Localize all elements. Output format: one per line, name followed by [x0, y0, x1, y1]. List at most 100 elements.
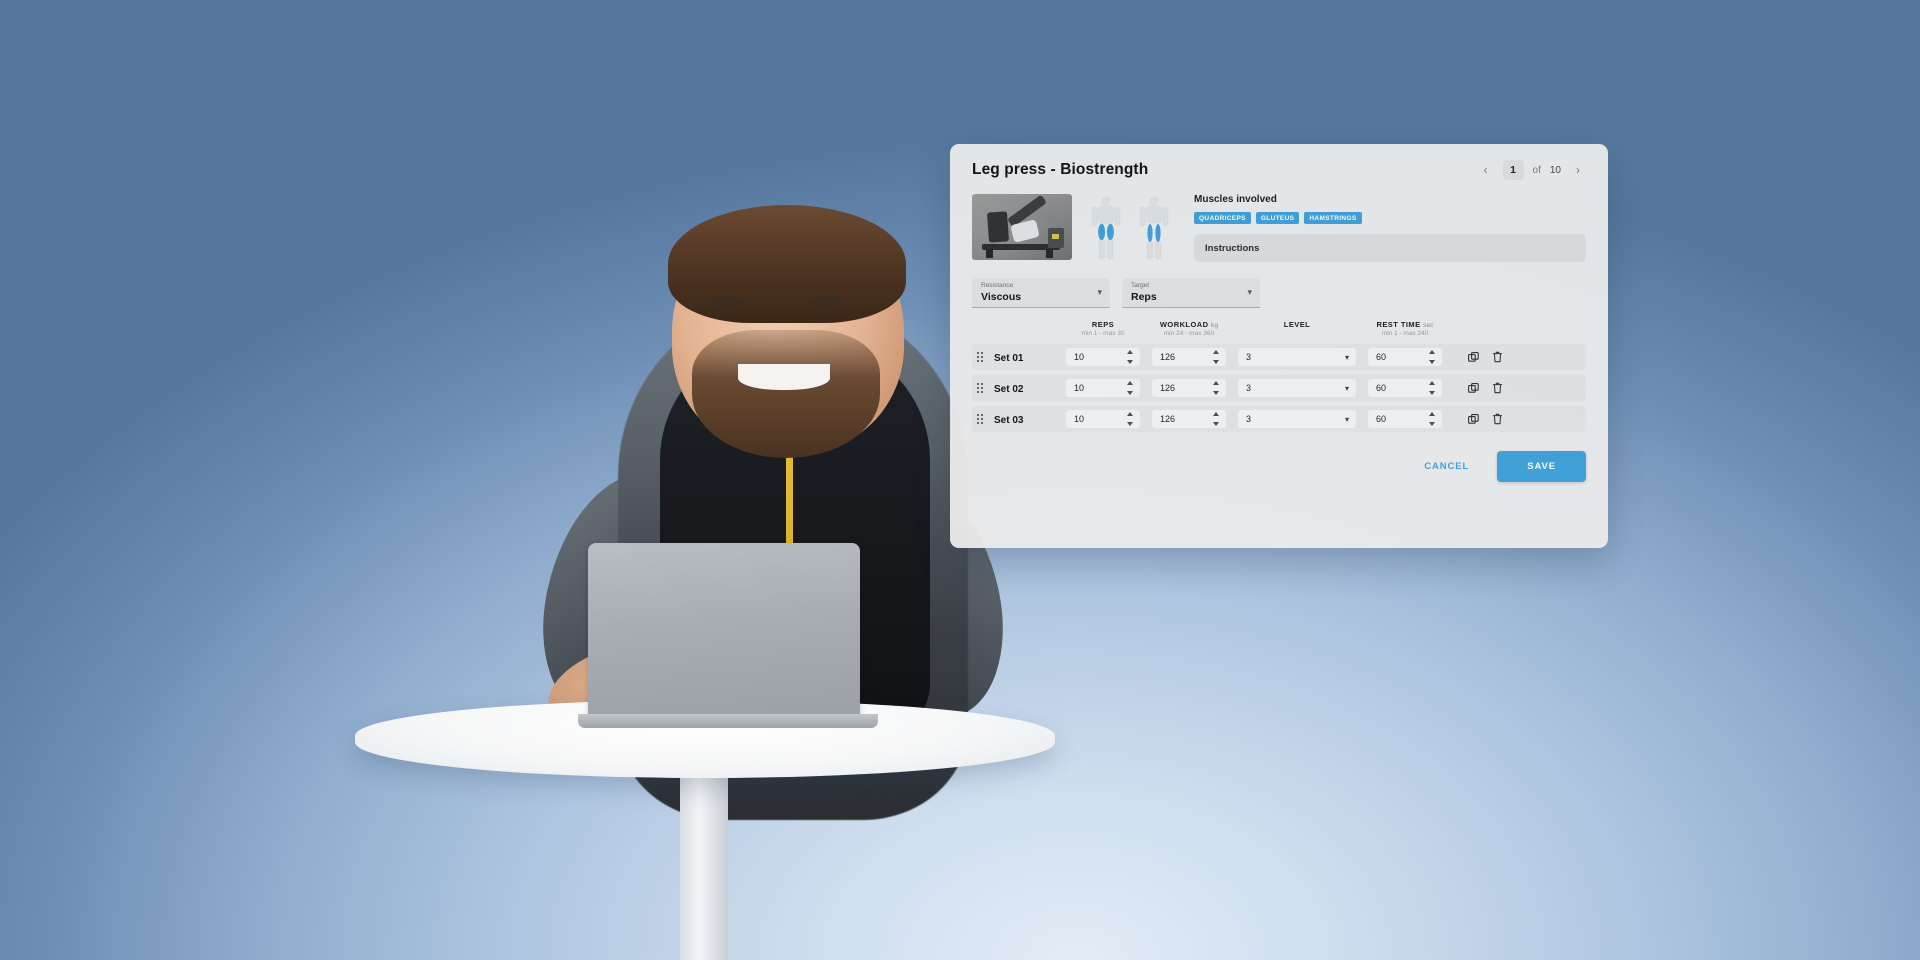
workload-input[interactable]: 126 [1152, 379, 1226, 397]
reps-input[interactable]: 10 [1066, 410, 1140, 428]
panel-footer: CANCEL SAVE [950, 437, 1608, 482]
rest-time-value: 60 [1376, 352, 1387, 362]
chevron-down-icon: ▾ [1344, 383, 1349, 393]
reps-stepper[interactable] [1127, 412, 1133, 426]
trash-icon[interactable] [1492, 351, 1503, 363]
rest-time-stepper[interactable] [1429, 381, 1435, 395]
reps-header-range: min 1 - max 30 [1081, 330, 1125, 337]
chevron-down-icon: ▾ [1247, 287, 1252, 297]
rest-header-range: min 1 - max 240 [1381, 330, 1429, 337]
rest-header-unit: sec [1423, 322, 1434, 329]
table-row: Set 01 10 126 3 ▾ 60 [972, 344, 1586, 370]
rest-time-value: 60 [1376, 383, 1387, 393]
level-select[interactable]: 3 ▾ [1238, 379, 1356, 397]
duplicate-icon[interactable] [1467, 413, 1479, 425]
muscle-tag[interactable]: GLUTEUS [1255, 212, 1300, 224]
target-select-value: Reps [1131, 291, 1157, 303]
workload-input[interactable]: 126 [1152, 410, 1226, 428]
chevron-down-icon: ▾ [1344, 414, 1349, 424]
thumb-foot-right [1046, 249, 1053, 258]
table-row: Set 02 10 126 3 ▾ 60 [972, 375, 1586, 401]
screenshot-root: Leg press - Biostrength ‹ 1 of 10 › Musc… [0, 0, 1920, 960]
pagination-of-label: of [1532, 164, 1541, 176]
reps-input[interactable]: 10 [1066, 379, 1140, 397]
person-right-eye [810, 296, 840, 306]
set-name-label: Set 02 [994, 384, 1024, 395]
instructions-field[interactable]: Instructions [1194, 234, 1586, 262]
workload-value: 126 [1160, 383, 1176, 393]
rest-time-input[interactable]: 60 [1368, 410, 1442, 428]
workload-header-range: min 24 - max 360 [1163, 330, 1215, 337]
column-header-reps: REPS min 1 - max 30 [1060, 320, 1146, 337]
workload-stepper[interactable] [1213, 381, 1219, 395]
chevron-down-icon: ▾ [1097, 287, 1102, 297]
reps-input[interactable]: 10 [1066, 348, 1140, 366]
level-header-label: LEVEL [1283, 320, 1311, 329]
set-name-label: Set 01 [994, 353, 1024, 364]
pagination-total-pages: 10 [1549, 164, 1561, 176]
chevron-down-icon: ▾ [1344, 352, 1349, 362]
level-select[interactable]: 3 ▾ [1238, 410, 1356, 428]
save-button[interactable]: SAVE [1497, 451, 1586, 482]
machine-thumbnail[interactable] [972, 194, 1072, 260]
reps-stepper[interactable] [1127, 381, 1133, 395]
reps-stepper[interactable] [1127, 350, 1133, 364]
table-leg [680, 760, 728, 960]
laptop-base [578, 714, 878, 728]
reps-value: 10 [1074, 352, 1085, 362]
pagination-current-page[interactable]: 1 [1502, 160, 1524, 180]
workload-header-unit: kg [1211, 322, 1219, 329]
exercise-editor-panel: Leg press - Biostrength ‹ 1 of 10 › Musc… [950, 144, 1608, 548]
resistance-select[interactable]: Resistance Viscous ▾ [972, 278, 1110, 308]
cancel-button[interactable]: CANCEL [1410, 452, 1483, 481]
drag-handle-icon[interactable] [972, 383, 988, 393]
trash-icon[interactable] [1492, 413, 1503, 425]
muscle-diagrams [1084, 194, 1176, 262]
muscles-involved-heading: Muscles involved [1194, 194, 1277, 205]
rest-time-stepper[interactable] [1429, 350, 1435, 364]
resistance-select-value: Viscous [981, 291, 1022, 303]
person-left-eye [712, 296, 742, 306]
muscle-tag[interactable]: QUADRICEPS [1194, 212, 1251, 224]
body-back-diagram [1139, 196, 1169, 260]
level-select[interactable]: 3 ▾ [1238, 348, 1356, 366]
duplicate-icon[interactable] [1467, 351, 1479, 363]
target-select[interactable]: Target Reps ▾ [1122, 278, 1260, 308]
reps-value: 10 [1074, 383, 1085, 393]
laptop-screen [588, 543, 860, 721]
rest-time-stepper[interactable] [1429, 412, 1435, 426]
sets-table-body: Set 01 10 126 3 ▾ 60 Set 02 10 126 3 ▾ 60 Set 03 10 12… [972, 344, 1586, 432]
level-value: 3 [1246, 383, 1252, 393]
person-hair [668, 205, 906, 323]
thumb-seat [986, 211, 1010, 243]
page-title: Leg press - Biostrength [972, 161, 1149, 178]
target-select-label: Target [1131, 282, 1150, 289]
body-front-diagram [1091, 196, 1121, 260]
pagination: ‹ 1 of 10 › [1478, 160, 1586, 180]
person-smile [738, 364, 830, 390]
table-row: Set 03 10 126 3 ▾ 60 [972, 406, 1586, 432]
rest-time-input[interactable]: 60 [1368, 348, 1442, 366]
parameter-selects: Resistance Viscous ▾ Target Reps ▾ [950, 262, 1608, 308]
chevron-left-icon[interactable]: ‹ [1478, 161, 1494, 179]
sets-table: REPS min 1 - max 30 WORKLOAD kg min 24 -… [950, 308, 1608, 432]
muscle-tag-list: QUADRICEPS GLUTEUS HAMSTRINGS [1194, 212, 1586, 224]
drag-handle-icon[interactable] [972, 352, 988, 362]
person-beard [692, 330, 880, 458]
muscles-involved-section: Muscles involved QUADRICEPS GLUTEUS HAMS… [1188, 194, 1586, 262]
workload-stepper[interactable] [1213, 412, 1219, 426]
level-value: 3 [1246, 414, 1252, 424]
workload-input[interactable]: 126 [1152, 348, 1226, 366]
thumb-foot-left [986, 249, 993, 258]
rest-time-input[interactable]: 60 [1368, 379, 1442, 397]
column-header-workload: WORKLOAD kg min 24 - max 360 [1146, 320, 1232, 337]
reps-header-label: REPS [1091, 320, 1115, 329]
chevron-right-icon[interactable]: › [1570, 161, 1586, 179]
workload-stepper[interactable] [1213, 350, 1219, 364]
drag-handle-icon[interactable] [972, 414, 988, 424]
trash-icon[interactable] [1492, 382, 1503, 394]
duplicate-icon[interactable] [1467, 382, 1479, 394]
media-row: Muscles involved QUADRICEPS GLUTEUS HAMS… [950, 194, 1608, 262]
set-name-label: Set 03 [994, 415, 1024, 426]
muscle-tag[interactable]: HAMSTRINGS [1304, 212, 1362, 224]
